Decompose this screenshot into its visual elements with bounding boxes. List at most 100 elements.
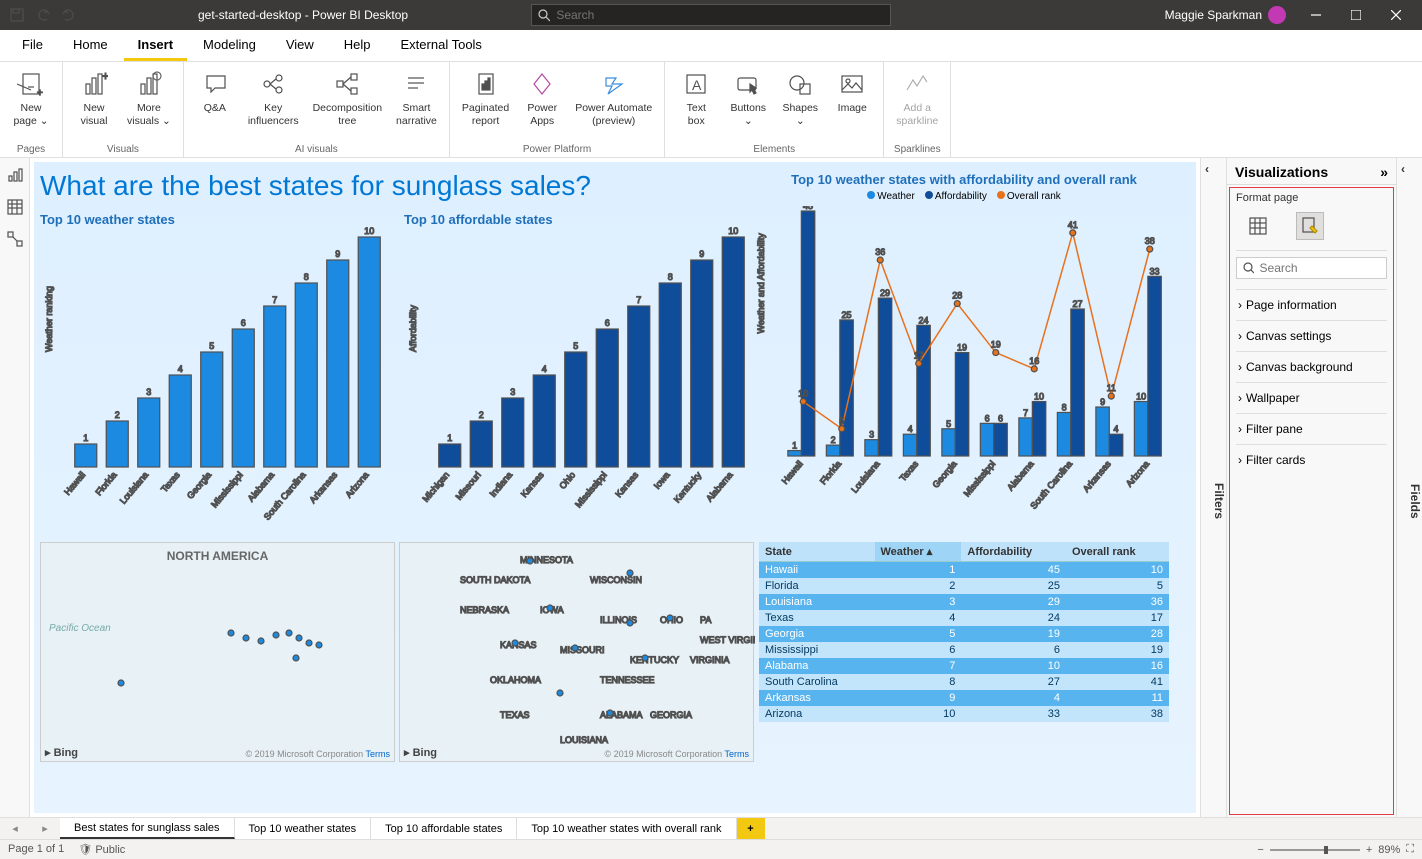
section-canvas-settings[interactable]: › Canvas settings xyxy=(1236,320,1387,351)
more-visuals-button[interactable]: Morevisuals ⌄ xyxy=(121,64,177,142)
page-tab[interactable]: Top 10 weather states xyxy=(235,818,372,839)
svg-text:WISCONSIN: WISCONSIN xyxy=(590,575,642,585)
svg-text:3: 3 xyxy=(510,387,515,397)
page-tab[interactable]: Top 10 affordable states xyxy=(371,818,517,839)
section-filter-pane[interactable]: › Filter pane xyxy=(1236,413,1387,444)
format-search[interactable] xyxy=(1236,257,1387,279)
svg-text:Louisiana: Louisiana xyxy=(849,459,881,495)
save-icon[interactable] xyxy=(8,6,26,24)
smart-narrative-button[interactable]: Smartnarrative xyxy=(390,64,443,142)
zoom-in[interactable]: + xyxy=(1366,844,1372,856)
table-row[interactable]: Georgia51928 xyxy=(759,626,1169,642)
add-sparkline-icon xyxy=(901,68,933,100)
tab-prev[interactable]: ◂ xyxy=(0,818,30,839)
chart-affordable[interactable]: Top 10 affordable states Affordability1M… xyxy=(404,212,754,532)
table-row[interactable]: Hawaii14510 xyxy=(759,562,1169,579)
chart3-title: Top 10 weather states with affordability… xyxy=(754,172,1174,187)
page-tab[interactable]: Top 10 weather states with overall rank xyxy=(517,818,736,839)
menu-insert[interactable]: Insert xyxy=(124,31,187,61)
table-row[interactable]: Arizona103338 xyxy=(759,706,1169,722)
search-box[interactable] xyxy=(531,4,891,26)
shapes-button[interactable]: Shapes⌄ xyxy=(775,64,825,142)
table-header[interactable]: Weather ▴ xyxy=(875,542,962,562)
menu-modeling[interactable]: Modeling xyxy=(189,31,270,60)
fit-page-icon[interactable]: ⛶ xyxy=(1406,843,1414,856)
svg-text:1: 1 xyxy=(792,441,797,451)
image-button[interactable]: Image xyxy=(827,64,877,142)
menu-help[interactable]: Help xyxy=(330,31,385,60)
power-automate-button[interactable]: Power Automate(preview) xyxy=(569,64,658,142)
expand-icon[interactable]: » xyxy=(1380,164,1388,180)
chevron-right-icon: › xyxy=(1238,422,1242,436)
search-input[interactable] xyxy=(556,8,884,22)
menu-home[interactable]: Home xyxy=(59,31,122,60)
svg-text:Kansas: Kansas xyxy=(519,469,546,499)
paginated-button[interactable]: Paginatedreport xyxy=(456,64,515,142)
svg-text:19: 19 xyxy=(991,340,1001,350)
chart-weather[interactable]: Top 10 weather states Weather ranking1Ha… xyxy=(40,212,390,532)
svg-text:1: 1 xyxy=(447,433,452,443)
table-row[interactable]: South Carolina82741 xyxy=(759,674,1169,690)
map-world[interactable]: NORTH AMERICA Pacific Ocean ▸ Bing © 201… xyxy=(40,542,395,762)
data-view-icon[interactable] xyxy=(4,196,26,218)
menu-file[interactable]: File xyxy=(8,31,57,60)
power-apps-button[interactable]: PowerApps xyxy=(517,64,567,142)
report-canvas[interactable]: What are the best states for sunglass sa… xyxy=(30,158,1200,817)
maximize-button[interactable] xyxy=(1336,0,1376,30)
format-page-icon[interactable] xyxy=(1296,212,1324,240)
page-tab[interactable]: Best states for sunglass sales xyxy=(60,818,235,839)
new-page-button[interactable]: +Newpage ⌄ xyxy=(6,64,56,142)
chart-combo[interactable]: Top 10 weather states with affordability… xyxy=(754,172,1174,532)
zoom-out[interactable]: − xyxy=(1257,844,1263,856)
data-table[interactable]: StateWeather ▴AffordabilityOverall rankH… xyxy=(759,542,1169,722)
chevron-left-icon: ‹ xyxy=(1401,162,1405,176)
new-visual-button[interactable]: +Newvisual xyxy=(69,64,119,142)
svg-text:South Carolina: South Carolina xyxy=(1028,459,1074,511)
table-row[interactable]: Louisiana32936 xyxy=(759,594,1169,610)
table-row[interactable]: Mississippi6619 xyxy=(759,642,1169,658)
zoom-slider[interactable] xyxy=(1270,849,1360,851)
svg-text:NEBRASKA: NEBRASKA xyxy=(460,605,509,615)
table-header[interactable]: Overall rank xyxy=(1066,542,1169,562)
add-page-button[interactable]: + xyxy=(737,818,765,839)
decomp-tree-icon xyxy=(331,68,363,100)
report-view-icon[interactable] xyxy=(4,164,26,186)
table-header[interactable]: Affordability xyxy=(961,542,1066,562)
table-row[interactable]: Texas42417 xyxy=(759,610,1169,626)
table-row[interactable]: Florida2255 xyxy=(759,578,1169,594)
table-row[interactable]: Arkansas9411 xyxy=(759,690,1169,706)
svg-text:Texas: Texas xyxy=(898,458,921,483)
chevron-right-icon: › xyxy=(1238,329,1242,343)
qna-button[interactable]: Q&A xyxy=(190,64,240,142)
section-wallpaper[interactable]: › Wallpaper xyxy=(1236,382,1387,413)
decomp-tree-button[interactable]: Decompositiontree xyxy=(307,64,388,142)
user-account[interactable]: Maggie Sparkman xyxy=(1165,6,1286,24)
buttons-button[interactable]: Buttons⌄ xyxy=(723,64,773,142)
key-influencers-button[interactable]: Keyinfluencers xyxy=(242,64,305,142)
sensitivity[interactable]: 🛡 Public xyxy=(78,843,125,856)
table-row[interactable]: Alabama71016 xyxy=(759,658,1169,674)
filters-pane[interactable]: ‹ Filters xyxy=(1200,158,1226,817)
minimize-button[interactable] xyxy=(1296,0,1336,30)
svg-text:24: 24 xyxy=(919,315,929,325)
menu-external-tools[interactable]: External Tools xyxy=(387,31,496,60)
map-us[interactable]: MINNESOTAWISCONSIN SOUTH DAKOTANEBRASKA … xyxy=(399,542,754,762)
format-search-input[interactable] xyxy=(1260,261,1380,275)
legend: Weather Affordability Overall rank xyxy=(754,191,1174,202)
undo-icon[interactable] xyxy=(34,6,52,24)
terms-link[interactable]: Terms xyxy=(725,749,750,759)
section-filter-cards[interactable]: › Filter cards xyxy=(1236,444,1387,475)
section-canvas-background[interactable]: › Canvas background xyxy=(1236,351,1387,382)
build-visual-icon[interactable] xyxy=(1244,212,1272,240)
redo-icon[interactable] xyxy=(60,6,78,24)
menu-view[interactable]: View xyxy=(272,31,328,60)
search-icon xyxy=(538,9,550,22)
terms-link[interactable]: Terms xyxy=(366,749,391,759)
section-page-information[interactable]: › Page information xyxy=(1236,289,1387,320)
tab-next[interactable]: ▸ xyxy=(30,818,60,839)
table-header[interactable]: State xyxy=(759,542,875,562)
fields-pane[interactable]: ‹ Fields xyxy=(1396,158,1422,817)
close-button[interactable] xyxy=(1376,0,1416,30)
model-view-icon[interactable] xyxy=(4,228,26,250)
text-box-button[interactable]: ATextbox xyxy=(671,64,721,142)
